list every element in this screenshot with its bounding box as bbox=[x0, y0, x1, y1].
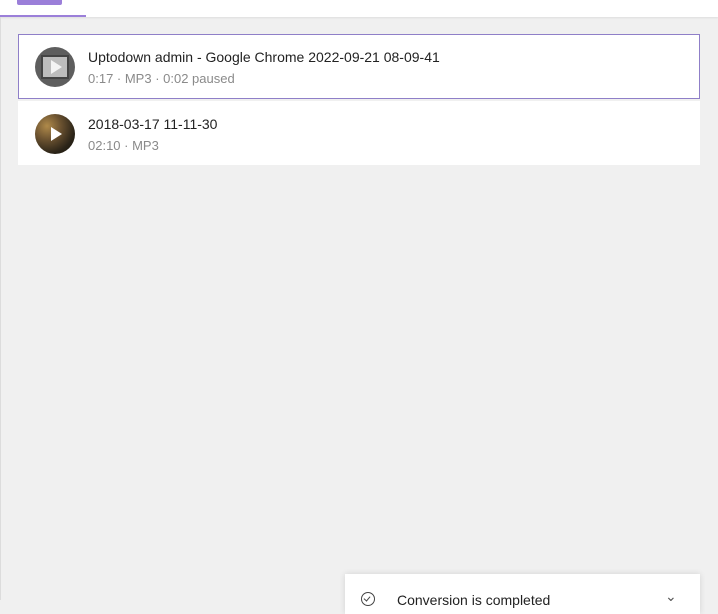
left-divider bbox=[0, 17, 1, 600]
check-circle-icon bbox=[361, 592, 375, 606]
media-meta: 0:17 · MP3 · 0:02 paused bbox=[88, 71, 235, 86]
chevron-down-icon[interactable]: ⌄ bbox=[665, 588, 677, 605]
media-meta: 02:10 · MP3 bbox=[88, 138, 159, 153]
conversion-toast: Conversion is completed ⌄ bbox=[345, 574, 700, 614]
tab-underline bbox=[0, 15, 86, 17]
toast-message: Conversion is completed bbox=[397, 592, 551, 608]
media-title: Uptodown admin - Google Chrome 2022-09-2… bbox=[88, 49, 440, 65]
media-list-item[interactable]: Uptodown admin - Google Chrome 2022-09-2… bbox=[18, 34, 700, 99]
media-title: 2018-03-17 11-11-30 bbox=[88, 116, 218, 132]
play-icon bbox=[51, 127, 62, 141]
photo-thumbnail[interactable] bbox=[35, 114, 75, 154]
top-tab-bar bbox=[0, 0, 718, 17]
media-list-item[interactable]: 2018-03-17 11-11-30 02:10 · MP3 bbox=[18, 101, 700, 165]
play-icon bbox=[51, 60, 62, 74]
active-tab-indicator[interactable] bbox=[17, 0, 62, 5]
video-thumbnail[interactable] bbox=[35, 47, 75, 87]
media-list: Uptodown admin - Google Chrome 2022-09-2… bbox=[18, 34, 700, 167]
